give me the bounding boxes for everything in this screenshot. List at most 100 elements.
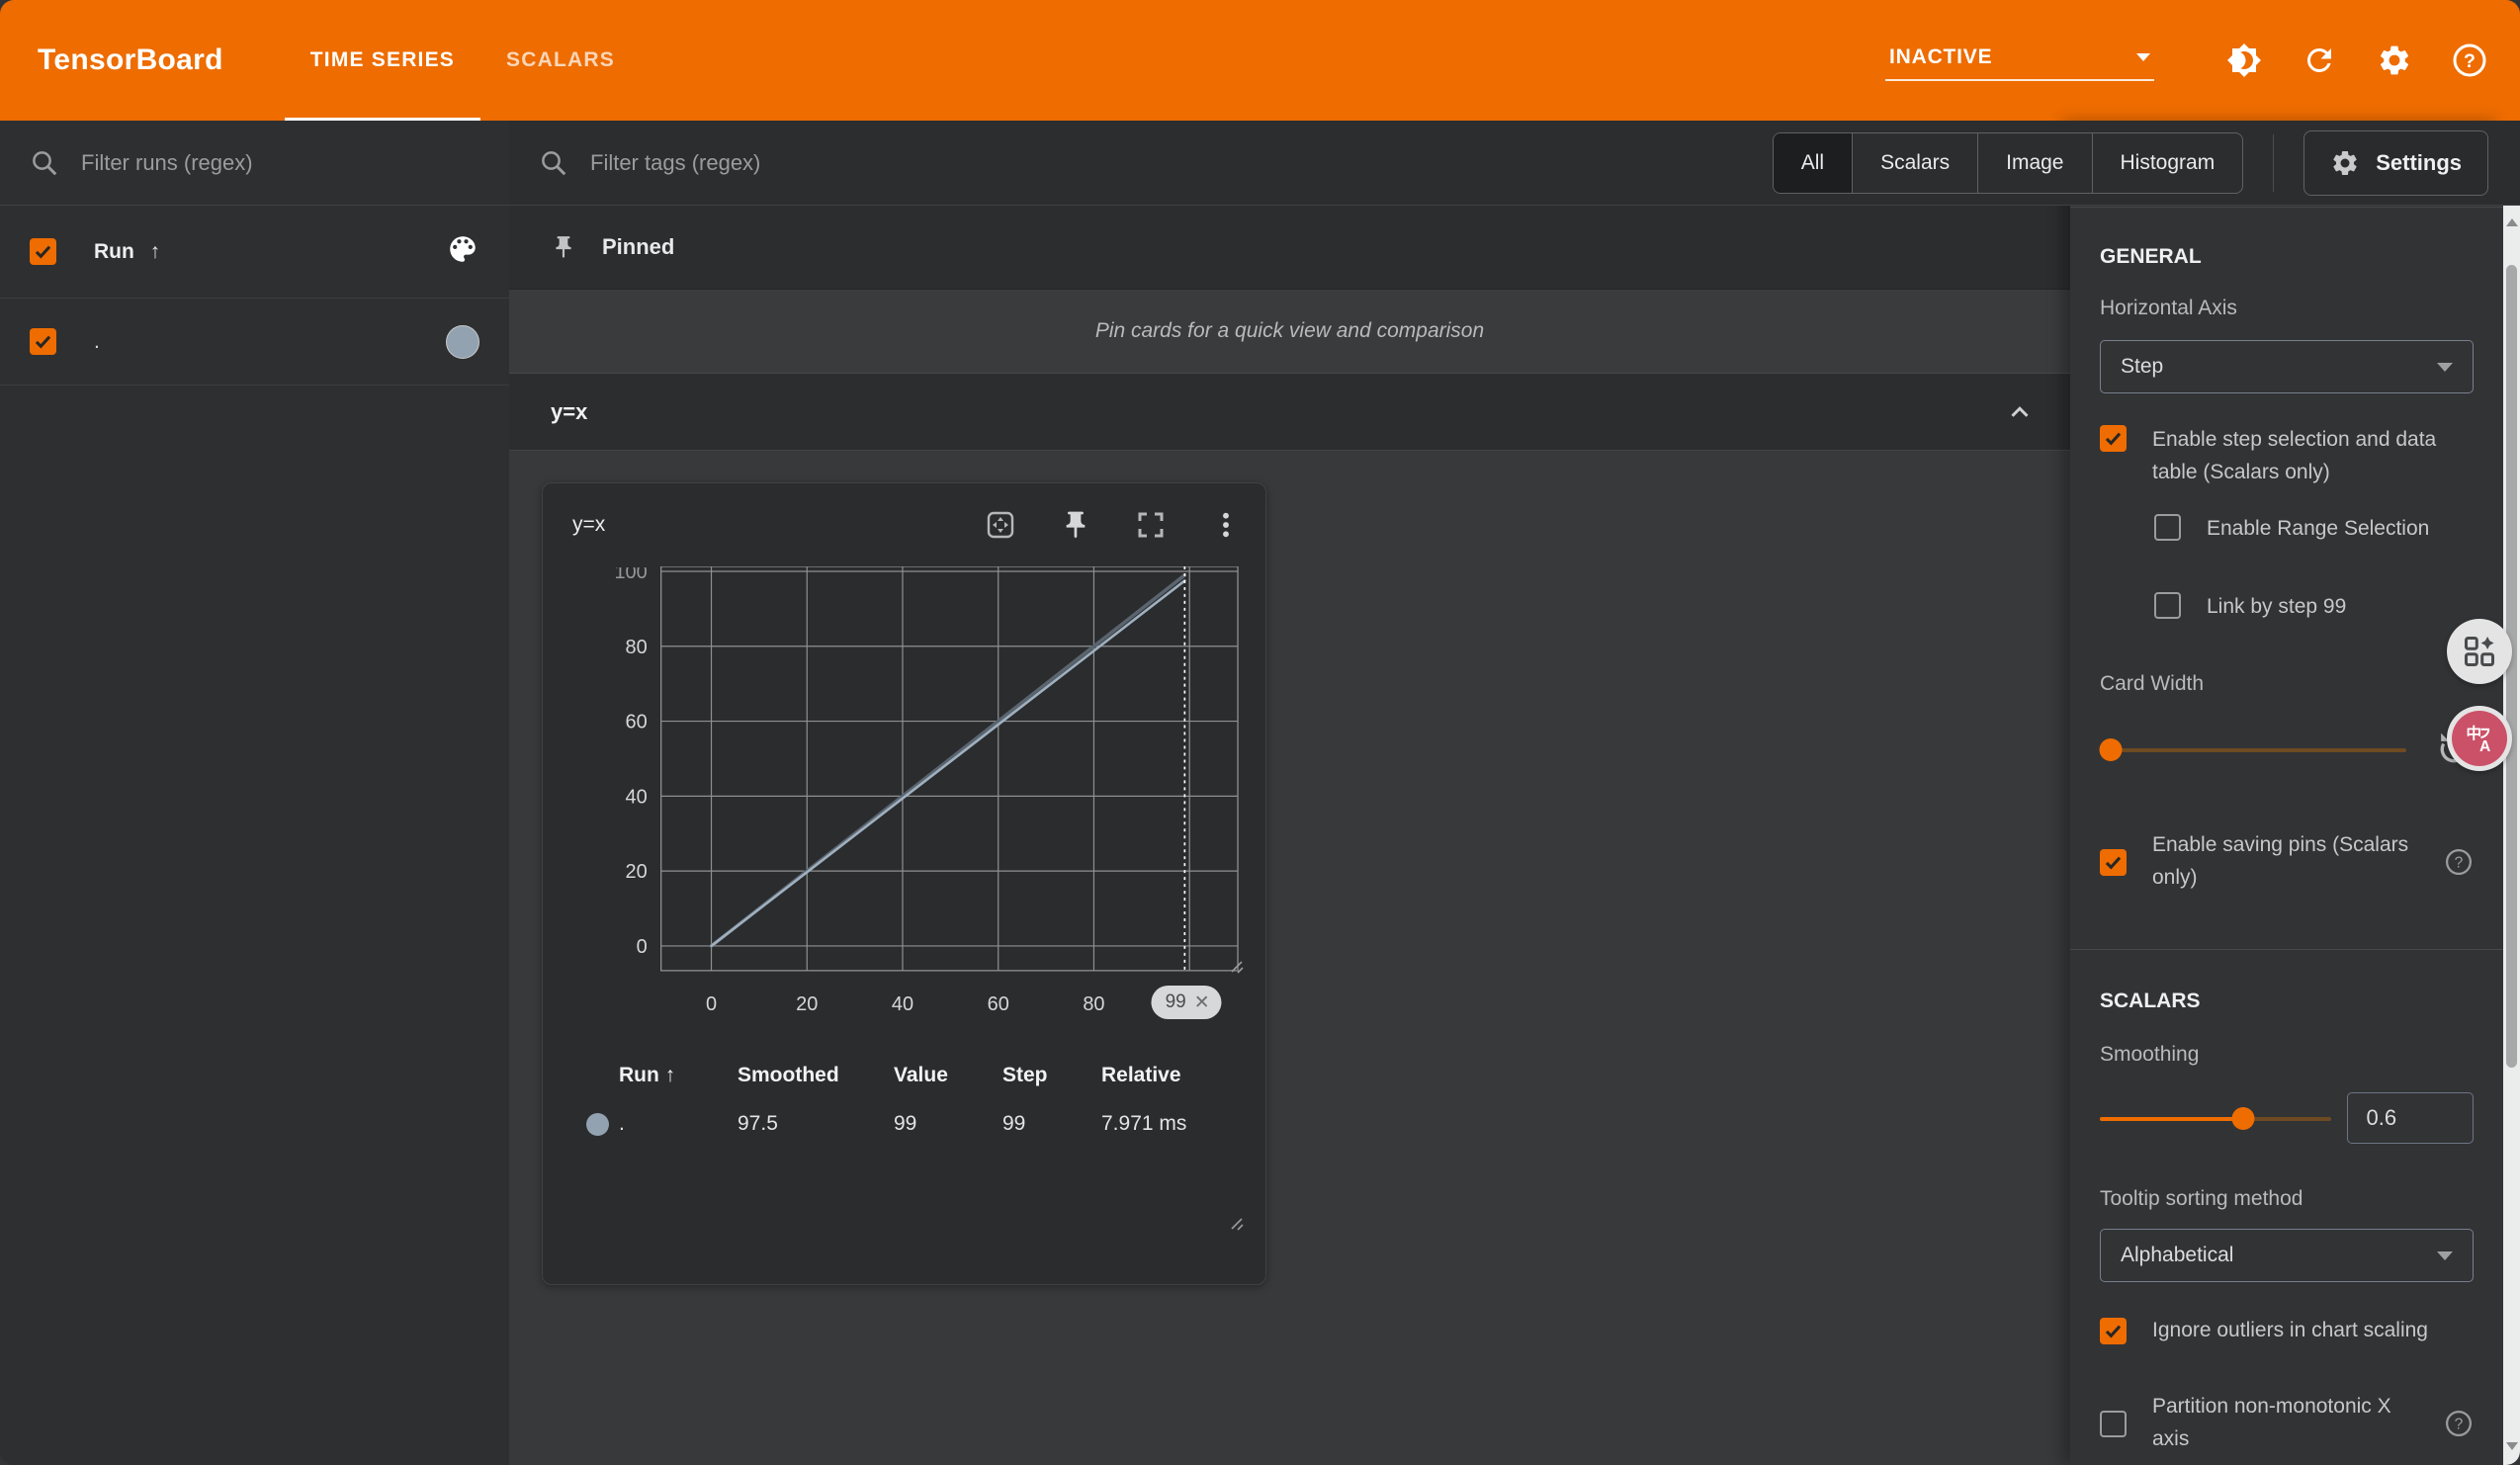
help-icon[interactable]: ? bbox=[2444, 1409, 2474, 1438]
smoothing-slider-thumb[interactable] bbox=[2232, 1107, 2255, 1130]
step-selection-checkbox[interactable] bbox=[2100, 425, 2127, 452]
palette-icon bbox=[446, 232, 479, 266]
col-run[interactable]: Run ↑ bbox=[586, 1064, 738, 1087]
app-settings-button[interactable] bbox=[2370, 36, 2419, 85]
filter-chip-scalars[interactable]: Scalars bbox=[1852, 133, 1977, 193]
runs-header-row: Run ↑ bbox=[0, 206, 509, 299]
range-selection-checkbox[interactable] bbox=[2154, 514, 2181, 541]
resize-grip-top[interactable] bbox=[1230, 960, 1244, 974]
header-actions: INACTIVE bbox=[1885, 0, 2494, 121]
pinned-empty-hint: Pin cards for a quick view and compariso… bbox=[1095, 319, 1484, 343]
cell-run: . bbox=[619, 1112, 625, 1136]
status-label: INACTIVE bbox=[1889, 45, 1992, 69]
scroll-up-arrow[interactable] bbox=[2503, 206, 2520, 239]
tag-group-header[interactable]: y=x bbox=[509, 374, 2070, 451]
saving-pins-row[interactable]: Enable saving pins (Scalars only) ? bbox=[2100, 830, 2474, 894]
run-checkbox[interactable] bbox=[30, 328, 56, 355]
help-button[interactable]: ? bbox=[2445, 36, 2494, 85]
general-heading: GENERAL bbox=[2100, 245, 2474, 269]
open-settings-button[interactable]: Settings bbox=[2303, 130, 2488, 196]
svg-text:?: ? bbox=[2455, 1417, 2464, 1433]
ignore-outliers-checkbox[interactable] bbox=[2100, 1318, 2127, 1344]
col-smoothed[interactable]: Smoothed bbox=[738, 1064, 894, 1087]
brightness-icon bbox=[2226, 43, 2262, 78]
fit-to-data-icon[interactable] bbox=[985, 509, 1016, 541]
cell-step: 99 bbox=[1002, 1112, 1101, 1136]
card-width-slider-thumb[interactable] bbox=[2100, 738, 2123, 761]
partition-x-label: Partition non-monotonic X axis bbox=[2152, 1390, 2432, 1455]
reload-button[interactable] bbox=[2295, 36, 2344, 85]
plugin-filter-group: All Scalars Image Histogram bbox=[1773, 132, 2243, 194]
translate-extension-button[interactable]: 中 A bbox=[2447, 706, 2512, 771]
card-width-row bbox=[2100, 730, 2474, 769]
extension-shortcut-button[interactable] bbox=[2447, 619, 2512, 684]
pin-icon bbox=[551, 234, 576, 260]
svg-text:20: 20 bbox=[796, 993, 818, 1015]
section-divider bbox=[2070, 949, 2503, 950]
partition-x-row[interactable]: Partition non-monotonic X axis ? bbox=[2100, 1392, 2474, 1455]
status-select[interactable]: INACTIVE bbox=[1885, 40, 2154, 81]
svg-text:40: 40 bbox=[892, 993, 913, 1015]
ignore-outliers-row[interactable]: Ignore outliers in chart scaling bbox=[2100, 1316, 2474, 1346]
link-by-step-checkbox[interactable] bbox=[2154, 592, 2181, 619]
col-value[interactable]: Value bbox=[894, 1064, 1002, 1087]
smoothing-label: Smoothing bbox=[2100, 1043, 2474, 1067]
check-icon bbox=[2103, 428, 2124, 449]
filter-runs-field[interactable]: Filter runs (regex) bbox=[0, 121, 509, 206]
close-icon[interactable]: ✕ bbox=[1194, 991, 1210, 1014]
select-all-runs-checkbox[interactable] bbox=[30, 238, 56, 265]
filter-chip-all[interactable]: All bbox=[1774, 133, 1852, 193]
col-step[interactable]: Step bbox=[1002, 1064, 1101, 1087]
card-width-slider[interactable] bbox=[2100, 736, 2420, 763]
app-logo: TensorBoard bbox=[38, 43, 223, 77]
fullscreen-icon[interactable] bbox=[1135, 509, 1167, 541]
resize-grip-bottom[interactable] bbox=[1230, 1217, 1244, 1231]
chevron-down-icon bbox=[2437, 1251, 2453, 1260]
svg-text:?: ? bbox=[2455, 855, 2464, 872]
line-chart[interactable]: 100020406080020406080 99 ✕ bbox=[543, 566, 1265, 1031]
chart-canvas: 100020406080020406080 bbox=[543, 566, 1265, 1030]
brightness-toggle-button[interactable] bbox=[2219, 36, 2269, 85]
tag-group-body: y=x bbox=[509, 451, 2070, 1465]
search-icon bbox=[539, 148, 568, 178]
card-actions bbox=[985, 509, 1242, 541]
smoothing-slider[interactable] bbox=[2100, 1105, 2331, 1132]
tab-scalars[interactable]: SCALARS bbox=[480, 0, 641, 121]
scrollbar-track[interactable] bbox=[2503, 206, 2520, 1465]
check-icon bbox=[33, 331, 53, 352]
settings-panel: Settings GENERAL Horizontal Axis Step En… bbox=[2070, 121, 2503, 1465]
step-selection-label: Enable step selection and data table (Sc… bbox=[2152, 423, 2474, 488]
scroll-down-arrow[interactable] bbox=[2503, 1429, 2520, 1463]
chevron-up-icon[interactable] bbox=[2005, 397, 2035, 427]
filter-tags-placeholder[interactable]: Filter tags (regex) bbox=[590, 150, 760, 176]
gear-icon bbox=[2330, 148, 2360, 178]
sort-arrow[interactable]: ↑ bbox=[150, 240, 161, 263]
toolbar-divider bbox=[2273, 134, 2274, 192]
tooltip-sorting-select[interactable]: Alphabetical bbox=[2100, 1229, 2474, 1282]
horizontal-axis-select[interactable]: Step bbox=[2100, 340, 2474, 393]
tooltip-sorting-value: Alphabetical bbox=[2121, 1244, 2233, 1267]
more-options-icon[interactable] bbox=[1210, 509, 1242, 541]
col-relative[interactable]: Relative bbox=[1101, 1064, 1242, 1087]
pin-card-icon[interactable] bbox=[1060, 509, 1091, 541]
tab-time-series[interactable]: TIME SERIES bbox=[285, 0, 480, 121]
saving-pins-checkbox[interactable] bbox=[2100, 849, 2127, 876]
horizontal-axis-label: Horizontal Axis bbox=[2100, 297, 2474, 320]
smoothing-value-input[interactable]: 0.6 bbox=[2347, 1092, 2474, 1144]
filter-chip-histogram[interactable]: Histogram bbox=[2092, 133, 2243, 193]
ignore-outliers-label: Ignore outliers in chart scaling bbox=[2152, 1314, 2428, 1346]
partition-x-checkbox[interactable] bbox=[2100, 1411, 2127, 1437]
svg-text:60: 60 bbox=[988, 993, 1009, 1015]
scalar-card: y=x bbox=[542, 482, 1266, 1285]
step-selection-row[interactable]: Enable step selection and data table (Sc… bbox=[2100, 425, 2474, 488]
run-color-swatch[interactable] bbox=[446, 325, 479, 359]
run-list-item[interactable]: . bbox=[0, 299, 509, 386]
filter-chip-image[interactable]: Image bbox=[1977, 133, 2091, 193]
selected-step-chip[interactable]: 99 ✕ bbox=[1152, 986, 1222, 1019]
range-selection-row[interactable]: Enable Range Selection bbox=[2154, 514, 2474, 545]
help-icon[interactable]: ? bbox=[2444, 847, 2474, 877]
link-by-step-row[interactable]: Link by step 99 bbox=[2154, 592, 2474, 623]
color-palette-button[interactable] bbox=[446, 232, 479, 271]
data-table-header: Run ↑ Smoothed Value Step Relative bbox=[586, 1053, 1242, 1098]
link-by-step-label: Link by step 99 bbox=[2207, 590, 2346, 623]
